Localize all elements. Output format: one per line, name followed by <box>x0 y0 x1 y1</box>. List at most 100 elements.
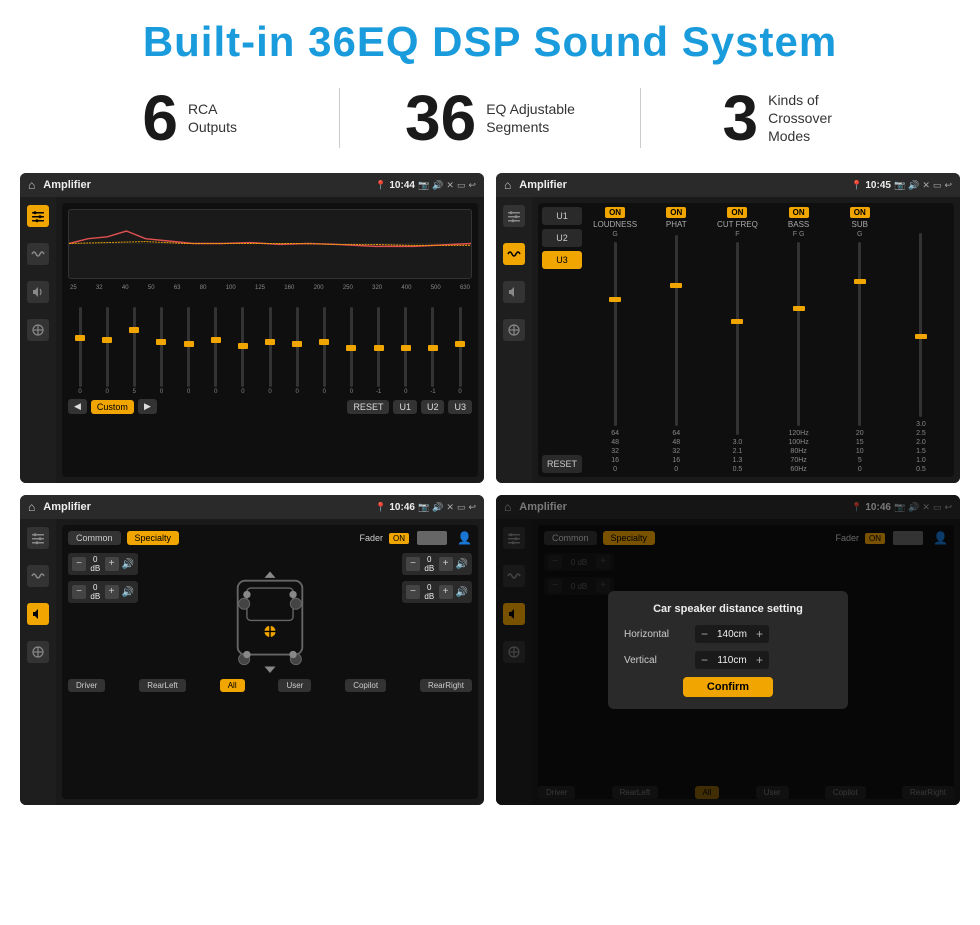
eq-wave-icon[interactable] <box>27 243 49 265</box>
channel-phat-on[interactable]: ON <box>666 207 686 218</box>
eq-custom-btn[interactable]: Custom <box>91 400 134 414</box>
mode-u3-btn[interactable]: U3 <box>542 251 582 269</box>
mode-u1-btn[interactable]: U1 <box>542 207 582 225</box>
channel-cutfreq-label: CUT FREQ <box>717 220 758 229</box>
vol-fr-minus[interactable]: − <box>406 557 420 571</box>
channel-phat-label: PHAT <box>666 220 687 229</box>
fader-rearleft-btn[interactable]: RearLeft <box>139 679 186 692</box>
fader-speaker-icon[interactable] <box>27 603 49 625</box>
eq-back-icon[interactable]: ↩ <box>468 180 476 191</box>
channel-loudness-on[interactable]: ON <box>605 207 625 218</box>
fader-camera-icon: 📷 <box>418 502 429 513</box>
eq-slider-63hz[interactable]: 0 <box>177 307 201 395</box>
eq-reset-btn[interactable]: RESET <box>347 400 389 414</box>
crossover-wave-icon[interactable] <box>503 243 525 265</box>
vol-rl-plus[interactable]: + <box>105 585 119 599</box>
fader-copilot-btn[interactable]: Copilot <box>345 679 386 692</box>
fader-user-btn[interactable]: User <box>278 679 311 692</box>
eq-u2-btn[interactable]: U2 <box>421 400 445 414</box>
eq-u1-btn[interactable]: U1 <box>393 400 417 414</box>
fader-all-btn[interactable]: All <box>220 679 245 692</box>
eq-filter-icon[interactable] <box>27 205 49 227</box>
mode-u2-btn[interactable]: U2 <box>542 229 582 247</box>
fader-controls-left: − 0 dB + 🔊 − 0 dB + 🔊 <box>68 553 138 673</box>
channel-cutfreq-slider[interactable] <box>736 242 739 435</box>
fader-driver-btn[interactable]: Driver <box>68 679 105 692</box>
eq-slider-32hz[interactable]: 0 <box>95 307 119 395</box>
eq-close-icon[interactable]: ✕ <box>446 180 454 191</box>
eq-slider-320hz[interactable]: -1 <box>367 307 391 395</box>
crossover-reset-btn[interactable]: RESET <box>542 455 582 473</box>
vol-row-rl: − 0 dB + 🔊 <box>68 581 138 603</box>
channel-loudness-slider[interactable] <box>614 242 617 426</box>
eq-u3-btn[interactable]: U3 <box>448 400 472 414</box>
fader-wave-icon[interactable] <box>27 565 49 587</box>
fader-rearright-btn[interactable]: RearRight <box>420 679 472 692</box>
eq-slider-125hz[interactable]: 0 <box>258 307 282 395</box>
eq-home-icon[interactable]: ⌂ <box>28 178 35 192</box>
vol-fl-minus[interactable]: − <box>72 557 86 571</box>
vol-rr-val: 0 dB <box>423 583 436 601</box>
vol-rr-minus[interactable]: − <box>406 585 420 599</box>
fader-specialty-tab[interactable]: Specialty <box>127 531 180 545</box>
dialog-vertical-minus[interactable]: − <box>701 653 708 667</box>
channel-phat-slider[interactable] <box>675 235 678 426</box>
dialog-vertical-plus[interactable]: + <box>756 653 763 667</box>
vol-rl-minus[interactable]: − <box>72 585 86 599</box>
fader-common-tab[interactable]: Common <box>68 531 121 545</box>
crossover-filter-icon[interactable] <box>503 205 525 227</box>
channel-sub2-slider[interactable] <box>919 233 922 417</box>
eq-prev-btn[interactable]: ◀ <box>68 399 87 414</box>
dialog-horizontal-minus[interactable]: − <box>701 627 708 641</box>
page-title: Built-in 36EQ DSP Sound System <box>20 18 960 66</box>
vol-fr-plus[interactable]: + <box>439 557 453 571</box>
dialog-vertical-stepper[interactable]: − 110cm + <box>695 651 769 669</box>
channel-sub-slider[interactable] <box>858 242 861 426</box>
crossover-sidebar <box>496 197 532 483</box>
fader-main: Common Specialty Fader ON 👤 − 0 dB <box>56 519 484 805</box>
crossover-net-icon[interactable] <box>503 319 525 341</box>
fader-toggle[interactable]: ON <box>389 533 409 544</box>
eq-sidebar <box>20 197 56 483</box>
fader-back-icon[interactable]: ↩ <box>468 502 476 513</box>
eq-slider-25hz[interactable]: 0 <box>68 307 92 395</box>
eq-next-btn[interactable]: ▶ <box>138 399 157 414</box>
eq-crossover-icon[interactable] <box>27 319 49 341</box>
dialog-confirm-button[interactable]: Confirm <box>683 677 773 697</box>
crossover-speaker-icon[interactable] <box>503 281 525 303</box>
fader-filter-icon[interactable] <box>27 527 49 549</box>
eq-slider-250hz[interactable]: 0 <box>339 307 363 395</box>
vol-fl-plus[interactable]: + <box>105 557 119 571</box>
fader-status-icons: 📍 10:46 📷 🔊 ✕ ▭ ↩ <box>375 502 476 513</box>
eq-slider-630hz[interactable]: 0 <box>448 307 472 395</box>
channel-bass-on[interactable]: ON <box>789 207 809 218</box>
fader-net-icon[interactable] <box>27 641 49 663</box>
eq-freq-labels: 253240506380100125160200250320400500630 <box>68 285 472 291</box>
eq-slider-400hz[interactable]: 0 <box>394 307 418 395</box>
channel-cutfreq-on[interactable]: ON <box>727 207 747 218</box>
crossover-close-icon[interactable]: ✕ <box>922 180 930 191</box>
eq-slider-100hz[interactable]: 0 <box>231 307 255 395</box>
fader-close-icon[interactable]: ✕ <box>446 502 454 513</box>
crossover-home-icon[interactable]: ⌂ <box>504 178 511 192</box>
eq-speaker-icon[interactable] <box>27 281 49 303</box>
fader-screen: ⌂ Amplifier 📍 10:46 📷 🔊 ✕ ▭ ↩ <box>20 495 484 805</box>
eq-slider-200hz[interactable]: 0 <box>312 307 336 395</box>
vol-rr-plus[interactable]: + <box>439 585 453 599</box>
dialog-horizontal-plus[interactable]: + <box>756 627 763 641</box>
channel-sub-on[interactable]: ON <box>850 207 870 218</box>
eq-slider-40hz[interactable]: 5 <box>122 307 146 395</box>
crossover-back-icon[interactable]: ↩ <box>944 180 952 191</box>
channel-bass-slider[interactable] <box>797 242 800 426</box>
fader-slider[interactable] <box>417 531 447 545</box>
eq-slider-50hz[interactable]: 0 <box>149 307 173 395</box>
dialog-horizontal-stepper[interactable]: − 140cm + <box>695 625 769 643</box>
eq-slider-160hz[interactable]: 0 <box>285 307 309 395</box>
stat-rca-number: 6 <box>142 86 178 150</box>
eq-slider-500hz[interactable]: -1 <box>421 307 445 395</box>
eq-slider-80hz[interactable]: 0 <box>204 307 228 395</box>
fader-body: − 0 dB + 🔊 − 0 dB + 🔊 <box>68 553 472 673</box>
fader-home-icon[interactable]: ⌂ <box>28 500 35 514</box>
vol-rl-val: 0 dB <box>89 583 102 601</box>
channel-bass: ON BASS F G 120Hz 100Hz 80Hz 70Hz 60Hz <box>770 207 828 473</box>
